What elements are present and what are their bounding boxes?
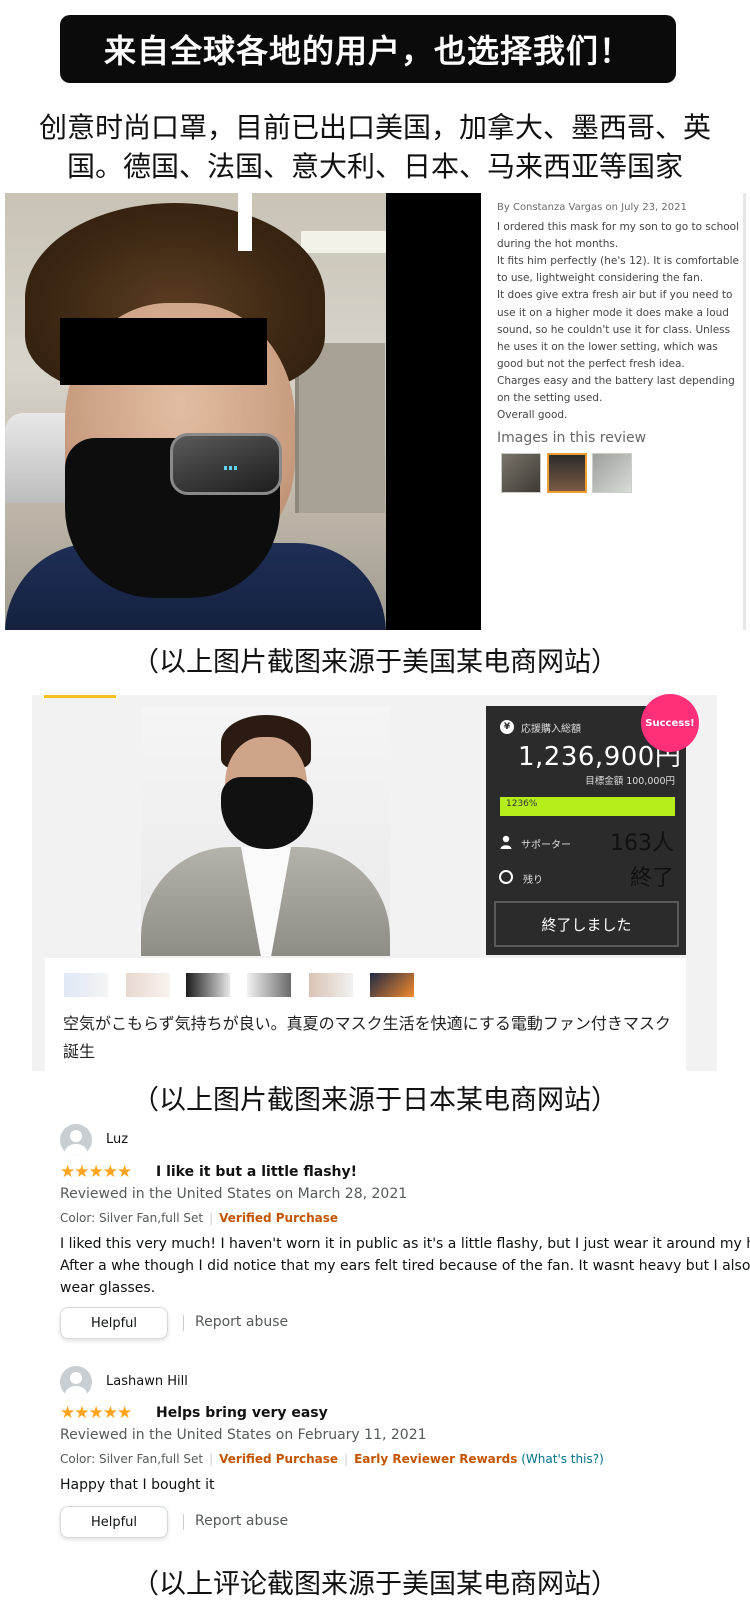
review-line: he uses it on the lower setting, which w… — [497, 340, 718, 353]
review-line: on the setting used. — [497, 392, 603, 405]
separator: | — [209, 1211, 214, 1225]
yen-icon: ¥ — [500, 720, 514, 734]
review-date: Reviewed in the United States on March 2… — [60, 1186, 408, 1202]
verified-purchase-badge: Verified Purchase — [219, 1452, 339, 1466]
product-thumb[interactable] — [309, 973, 353, 997]
headline-banner: 来自全球各地的用户，也选择我们！ — [60, 15, 676, 83]
variant-label[interactable]: Color: Silver Fan,full Set — [60, 1452, 203, 1466]
success-badge: Success! — [644, 697, 696, 749]
intro-line-2: 国。德国、法国、意大利、日本、马来西亚等国家 — [66, 150, 683, 183]
remaining-value: 終了 — [629, 866, 674, 891]
review-line: use it on a higher mode it does make a l… — [497, 306, 729, 319]
active-tab-indicator — [44, 695, 116, 698]
product-thumb[interactable] — [186, 973, 230, 997]
review-line: Overall good. — [497, 409, 568, 422]
review-author-date: By Constanza Vargas on July 23, 2021 — [497, 202, 687, 213]
review-body-line: Happy that I bought it — [60, 1477, 215, 1493]
review-body-line: After a whe though I did notice that my … — [60, 1258, 750, 1274]
caption-review-source: （以上评论截图来源于美国某电商网站） — [132, 1569, 618, 1600]
review-line: I ordered this mask for my son to go to … — [497, 221, 740, 234]
review-line: It does give extra fresh air but if you … — [497, 289, 733, 302]
review-meta: Color: Silver Fan,full Set | Verified Purc… — [60, 1452, 604, 1466]
ceiling-lamp — [301, 231, 386, 253]
supporter-count: 163人 — [610, 831, 674, 856]
report-abuse-link[interactable]: Report abuse — [195, 1513, 288, 1529]
mask-fan-unit — [170, 433, 282, 495]
images-in-review-label: Images in this review — [497, 430, 647, 446]
review-photo — [5, 193, 481, 630]
review-line: to use, lightweight considering the fan. — [497, 272, 704, 285]
review-text-block: By Constanza Vargas on July 23, 2021 I o… — [497, 199, 747, 424]
caption-jp-source: （以上图片截图来源于日本某电商网站） — [132, 1085, 618, 1116]
review-image-thumb[interactable] — [592, 453, 632, 493]
review-line: Charges easy and the battery last depend… — [497, 374, 735, 387]
product-thumb[interactable] — [370, 973, 414, 997]
whats-this-link[interactable]: (What's this?) — [521, 1452, 604, 1466]
review-body-line: I liked this very much! I haven't worn i… — [60, 1236, 750, 1252]
verified-purchase-badge: Verified Purchase — [219, 1211, 339, 1225]
person-icon — [500, 835, 512, 849]
review-image-thumb[interactable] — [501, 453, 541, 493]
review-meta: Color: Silver Fan,full Set | Verified Purc… — [60, 1211, 338, 1225]
review-line: good but not the perfect fresh idea. — [497, 357, 685, 370]
variant-label[interactable]: Color: Silver Fan,full Set — [60, 1211, 203, 1225]
report-abuse-link[interactable]: Report abuse — [195, 1314, 288, 1330]
total-label: 応援購入総額 — [521, 724, 581, 735]
remaining-label: 残り — [523, 875, 543, 886]
review-image-thumb-selected[interactable] — [547, 453, 587, 493]
review-body: I ordered this mask for my son to go to … — [497, 219, 747, 424]
review-date: Reviewed in the United States on Februar… — [60, 1427, 427, 1443]
star-rating: ★★★★★ — [60, 1162, 132, 1182]
divider — [183, 1514, 184, 1530]
reviewer-name[interactable]: Luz — [106, 1132, 128, 1147]
product-thumb[interactable] — [64, 973, 108, 997]
product-description: 空気がこもらず気持ちが良い。真夏のマスク生活を快適にする電動ファン付きマスク誕生 — [63, 1014, 671, 1061]
reviewer-name[interactable]: Lashawn Hill — [106, 1374, 188, 1389]
early-reviewer-badge: Early Reviewer Rewards — [354, 1452, 518, 1466]
divider — [183, 1315, 184, 1331]
product-thumb[interactable] — [247, 973, 291, 997]
white-strip — [238, 193, 252, 251]
review-line: during the hot months. — [497, 238, 619, 251]
review-line: It fits him perfectly (he's 12). It is c… — [497, 255, 739, 268]
eye-censor-bar — [60, 318, 267, 385]
goal-amount: 目標金額 100,000円 — [585, 776, 675, 787]
product-thumb[interactable] — [126, 973, 170, 997]
separator: | — [344, 1452, 349, 1466]
review-body-line: wear glasses. — [60, 1280, 156, 1296]
review-title[interactable]: Helps bring very easy — [156, 1405, 328, 1421]
separator: | — [209, 1452, 214, 1466]
avatar — [60, 1124, 92, 1156]
review-line: sound, so he couldn't use it for class. … — [497, 323, 731, 336]
intro-line-1: 创意时尚口罩，目前已出口美国，加拿大、墨西哥、英 — [38, 111, 711, 144]
helpful-button[interactable]: Helpful — [60, 1506, 168, 1538]
progress-percent: 1236% — [506, 799, 538, 809]
star-rating: ★★★★★ — [60, 1403, 132, 1423]
avatar — [60, 1366, 92, 1398]
review-title[interactable]: I like it but a little flashy! — [156, 1164, 357, 1180]
campaign-ended-button[interactable]: 終了しました — [494, 901, 679, 947]
clock-icon — [499, 870, 513, 884]
product-model-photo — [141, 707, 390, 956]
fan-led-indicator — [224, 466, 238, 470]
caption-us-source: （以上图片截图来源于美国某电商网站） — [132, 647, 618, 678]
model-mask — [221, 777, 313, 849]
helpful-button[interactable]: Helpful — [60, 1307, 168, 1339]
photo-scene — [5, 193, 386, 630]
